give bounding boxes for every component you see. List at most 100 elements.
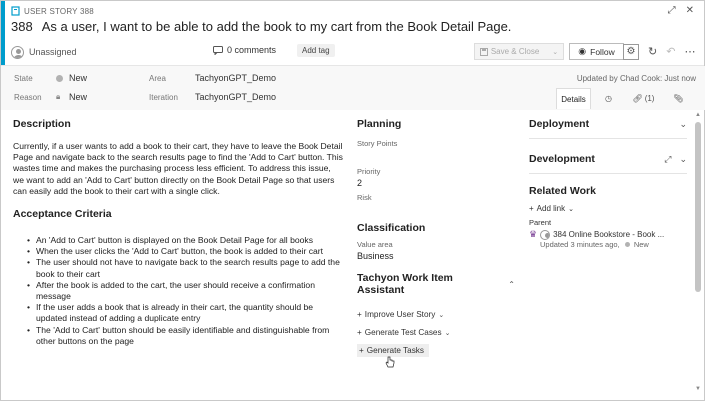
work-item-type: USER STORY 388: [11, 5, 94, 17]
assistant-header[interactable]: Tachyon Work Item Assistant ⌃: [357, 272, 515, 296]
iteration-value[interactable]: TachyonGPT_Demo: [195, 92, 276, 102]
description-heading: Description: [13, 118, 71, 130]
story-points-field[interactable]: [357, 148, 515, 160]
state-label: State: [14, 73, 33, 83]
generate-tasks-label: Generate Tasks: [366, 346, 424, 355]
fields-panel: State New Reason 🔒︎ New Area TachyonGPT_…: [1, 66, 705, 110]
parent-updated: Updated 3 minutes ago,: [540, 240, 620, 249]
user-story-color-bar: [1, 1, 5, 65]
add-link-button[interactable]: + Add link ⌄: [529, 204, 687, 213]
value-area-label: Value area: [357, 240, 393, 249]
generate-test-cases-button[interactable]: + Generate Test Cases ⌄: [357, 326, 515, 339]
avatar: [11, 45, 24, 59]
list-item: After the book is added to the cart, the…: [27, 280, 343, 302]
chevron-down-icon: ⌄: [444, 329, 451, 337]
chevron-down-icon[interactable]: ⌄: [679, 119, 687, 130]
lock-icon: 🔒︎: [56, 92, 61, 101]
chevron-down-icon: ⌄: [552, 48, 559, 56]
save-icon: [479, 47, 488, 56]
header-meta: Unassigned 0 comments Add tag Save & Clo…: [11, 43, 695, 61]
risk-label: Risk: [357, 193, 372, 202]
plus-icon: +: [529, 204, 534, 213]
plus-icon: +: [357, 310, 362, 319]
state-indicator: [56, 74, 63, 82]
iteration-field: Iteration TachyonGPT_Demo: [149, 92, 276, 102]
area-label: Area: [149, 73, 166, 83]
priority-field[interactable]: 2: [357, 178, 515, 188]
value-area-field[interactable]: Business: [357, 251, 515, 261]
history-icon: ◷: [605, 94, 612, 103]
expand-icon[interactable]: ⤢: [664, 154, 671, 165]
updated-by[interactable]: Updated by Chad Cook: Just now: [577, 74, 696, 83]
header-icons: ⚙ ↻ ↶ ⋯: [623, 43, 695, 60]
avatar: [540, 229, 551, 240]
divider: [529, 173, 687, 174]
close-icon[interactable]: ✕: [686, 5, 694, 16]
improve-user-story-label: Improve User Story: [364, 310, 436, 319]
chevron-down-icon[interactable]: ⌄: [679, 154, 687, 165]
development-section[interactable]: Development ⤢ ⌄: [529, 153, 687, 165]
assistant-heading: Tachyon Work Item Assistant: [357, 272, 453, 296]
reason-label: Reason: [14, 92, 42, 102]
tab-history[interactable]: ◷: [591, 88, 626, 109]
expand-icon[interactable]: ⤢: [668, 5, 676, 16]
description-text[interactable]: Currently, if a user wants to add a book…: [13, 141, 343, 197]
tab-attachments[interactable]: 📎︎: [661, 88, 696, 109]
parent-label: Parent: [529, 218, 552, 227]
risk-field[interactable]: [357, 202, 515, 214]
tab-details[interactable]: Details: [556, 88, 591, 109]
parent-item-title: 384 Online Bookstore - Book ...: [553, 230, 665, 239]
follow-label: Follow: [590, 46, 615, 57]
area-value[interactable]: TachyonGPT_Demo: [195, 73, 276, 83]
state-indicator: [624, 242, 630, 247]
comments-count: 0 comments: [227, 45, 277, 55]
story-points-label: Story Points: [357, 139, 398, 148]
parent-meta: Updated 3 minutes ago, New: [529, 240, 687, 249]
scrollbar[interactable]: ▲ ▼: [694, 110, 702, 394]
priority-label: Priority: [357, 167, 381, 176]
refresh-icon[interactable]: ↻: [648, 45, 657, 58]
improve-user-story-button[interactable]: + Improve User Story ⌄: [357, 308, 515, 321]
acceptance-criteria-list[interactable]: An 'Add to Cart' button is displayed on …: [13, 235, 343, 347]
pointer-cursor-icon: [385, 356, 395, 368]
reason-value[interactable]: New: [69, 92, 87, 102]
related-work-section: Related Work: [529, 185, 687, 197]
deployment-section[interactable]: Deployment ⌄: [529, 118, 687, 130]
work-item-id: 388: [11, 19, 33, 34]
title-text[interactable]: As a user, I want to be able to add the …: [42, 19, 512, 34]
scroll-up-icon[interactable]: ▲: [694, 112, 702, 118]
development-heading: Development: [529, 153, 595, 165]
scroll-down-icon[interactable]: ▼: [694, 386, 702, 392]
list-item: If the user adds a book that is already …: [27, 302, 343, 324]
save-close-label: Save & Close: [490, 47, 540, 56]
work-item-window: USER STORY 388 ⤢ ✕ 388 As a user, I want…: [0, 0, 705, 401]
right-column: Deployment ⌄ Development ⤢ ⌄ Related Wor…: [529, 118, 687, 249]
book-icon: [11, 6, 20, 16]
link-icon: 🔗︎: [632, 94, 643, 103]
list-item: The user should not have to navigate bac…: [27, 257, 343, 279]
parent-link[interactable]: ♛ 384 Online Bookstore - Book ...: [529, 229, 687, 240]
eye-icon: ◉: [578, 46, 587, 56]
work-item-title[interactable]: 388 As a user, I want to be able to add …: [11, 19, 511, 34]
assistant-actions: + Improve User Story ⌄ + Generate Test C…: [357, 308, 515, 357]
gear-icon[interactable]: ⚙: [623, 43, 639, 60]
chevron-down-icon: ⌄: [438, 311, 445, 319]
list-item: An 'Add to Cart' button is displayed on …: [27, 235, 343, 246]
work-item-type-label: USER STORY 388: [24, 6, 94, 16]
assignee-picker[interactable]: Unassigned: [11, 45, 77, 59]
middle-column: Planning Story Points Priority 2 Risk Cl…: [357, 118, 515, 357]
acceptance-criteria-heading: Acceptance Criteria: [13, 208, 112, 221]
state-value[interactable]: New: [69, 73, 87, 83]
paperclip-icon: 📎︎: [673, 94, 684, 103]
tab-links[interactable]: 🔗︎ (1): [626, 88, 661, 109]
save-close-button[interactable]: Save & Close ⌄: [474, 43, 564, 60]
undo-icon[interactable]: ↶: [666, 45, 675, 58]
comment-icon: [213, 45, 223, 55]
follow-button[interactable]: ◉ Follow: [569, 43, 624, 60]
more-actions-icon[interactable]: ⋯: [684, 45, 695, 58]
scroll-thumb[interactable]: [695, 122, 701, 292]
trophy-icon: ♛: [529, 229, 538, 239]
add-tag-button[interactable]: Add tag: [297, 44, 335, 57]
comments-link[interactable]: 0 comments: [213, 45, 276, 55]
state-field: State New: [14, 73, 87, 83]
